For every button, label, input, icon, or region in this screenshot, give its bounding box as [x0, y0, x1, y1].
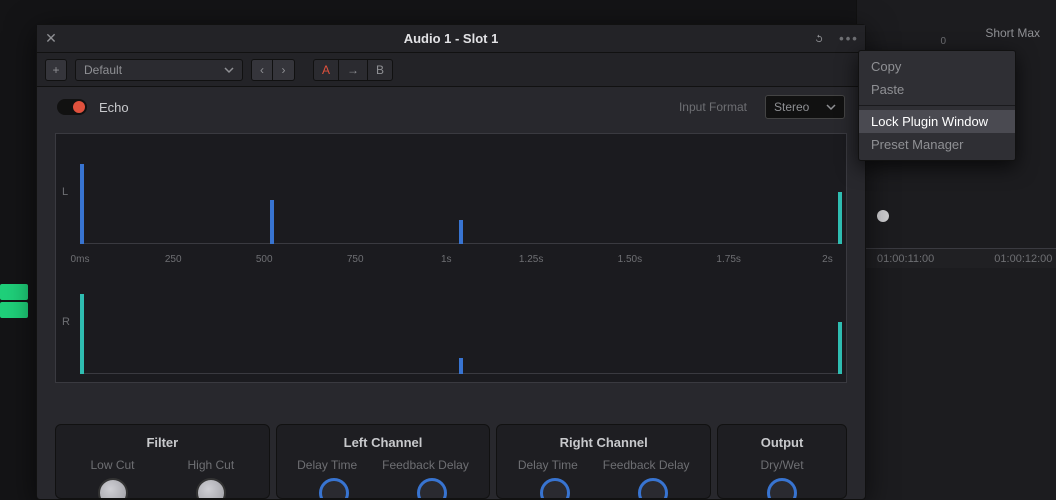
titlebar: ✕ Audio 1 - Slot 1 ••• [37, 25, 865, 53]
clip-block [0, 284, 28, 300]
ab-copy-button[interactable]: → [339, 60, 367, 80]
menu-preset-manager[interactable]: Preset Manager [859, 133, 1015, 156]
knob-label: Delay Time [297, 458, 357, 472]
menu-paste[interactable]: Paste [859, 78, 1015, 101]
echo-tap-bar [80, 294, 84, 374]
echo-tap-bar [80, 164, 84, 244]
knob-label: Dry/Wet [760, 458, 803, 472]
input-format-label: Input Format [679, 100, 747, 114]
window-title: Audio 1 - Slot 1 [37, 31, 865, 46]
preset-name: Default [84, 63, 122, 77]
ab-b-button[interactable]: B [368, 60, 392, 80]
panel-left-channel: Left Channel Delay Time Feedback Delay [276, 424, 491, 499]
fx-header: Echo Input Format Stereo [37, 87, 865, 127]
echo-visualizer: L 0ms250500 7501s1.25s 1.50s1.75s2s R [37, 127, 865, 410]
left-feedback-knob[interactable] [417, 478, 447, 499]
panel-right-channel: Right Channel Delay Time Feedback Delay [496, 424, 711, 499]
menu-copy[interactable]: Copy [859, 55, 1015, 78]
panel-filter: Filter Low Cut High Cut [55, 424, 270, 499]
chevron-down-icon [224, 65, 234, 75]
right-delay-knob[interactable] [540, 478, 570, 499]
echo-tap-bar [270, 200, 274, 244]
timecode: 01:00:11:00 [877, 253, 934, 265]
drywet-knob[interactable] [767, 478, 797, 499]
ab-compare: A → B [313, 59, 393, 81]
knob-label: High Cut [187, 458, 234, 472]
menu-separator [859, 105, 1015, 106]
lane-left: L [80, 144, 838, 244]
history-icon[interactable] [809, 29, 829, 49]
echo-tap-bar [459, 220, 463, 244]
panel-title: Right Channel [505, 435, 702, 450]
lane-label-l: L [62, 186, 68, 198]
echo-tap-bar [838, 322, 842, 374]
right-feedback-knob[interactable] [638, 478, 668, 499]
level-slider-knob[interactable] [877, 210, 889, 222]
short-max-label: Short Max [985, 26, 1040, 40]
add-preset-button[interactable]: + [45, 59, 67, 81]
preset-toolbar: + Default ‹ › A → B [37, 53, 865, 87]
echo-tap-bar [838, 192, 842, 244]
preset-prev-button[interactable]: ‹ [251, 59, 273, 81]
preset-nav: ‹ › [251, 59, 295, 81]
lane-right: R [80, 274, 838, 374]
timeline-ruler[interactable]: 01:00:11:00 01:00:12:00 [857, 248, 1056, 268]
high-cut-knob[interactable] [196, 478, 226, 499]
meter-zero: 0 [940, 36, 946, 47]
clip-block [0, 302, 28, 318]
fx-name: Echo [99, 100, 129, 115]
more-menu-button[interactable]: ••• [839, 29, 859, 49]
context-menu: Copy Paste Lock Plugin Window Preset Man… [858, 50, 1016, 161]
knob-label: Low Cut [90, 458, 134, 472]
chevron-down-icon [826, 102, 836, 112]
low-cut-knob[interactable] [98, 478, 128, 499]
input-format-dropdown[interactable]: Stereo [765, 95, 845, 119]
lane-label-r: R [62, 316, 70, 328]
timecode: 01:00:12:00 [994, 253, 1052, 265]
knob-label: Feedback Delay [603, 458, 690, 472]
menu-lock-plugin-window[interactable]: Lock Plugin Window [859, 110, 1015, 133]
input-format-value: Stereo [774, 100, 809, 114]
preset-next-button[interactable]: › [273, 59, 295, 81]
control-panels: Filter Low Cut High Cut Left Channel Del… [37, 410, 865, 499]
panel-title: Filter [64, 435, 261, 450]
time-axis: 0ms250500 7501s1.25s 1.50s1.75s2s [80, 254, 838, 268]
knob-label: Delay Time [518, 458, 578, 472]
panel-title: Left Channel [285, 435, 482, 450]
bypass-toggle[interactable] [57, 99, 87, 115]
left-delay-knob[interactable] [319, 478, 349, 499]
close-button[interactable]: ✕ [37, 30, 65, 47]
echo-tap-bar [459, 358, 463, 374]
panel-output: Output Dry/Wet [717, 424, 847, 499]
plugin-window: ✕ Audio 1 - Slot 1 ••• + Default ‹ › A →… [36, 24, 866, 500]
knob-label: Feedback Delay [382, 458, 469, 472]
panel-title: Output [726, 435, 838, 450]
ab-a-button[interactable]: A [314, 60, 338, 80]
preset-dropdown[interactable]: Default [75, 59, 243, 81]
